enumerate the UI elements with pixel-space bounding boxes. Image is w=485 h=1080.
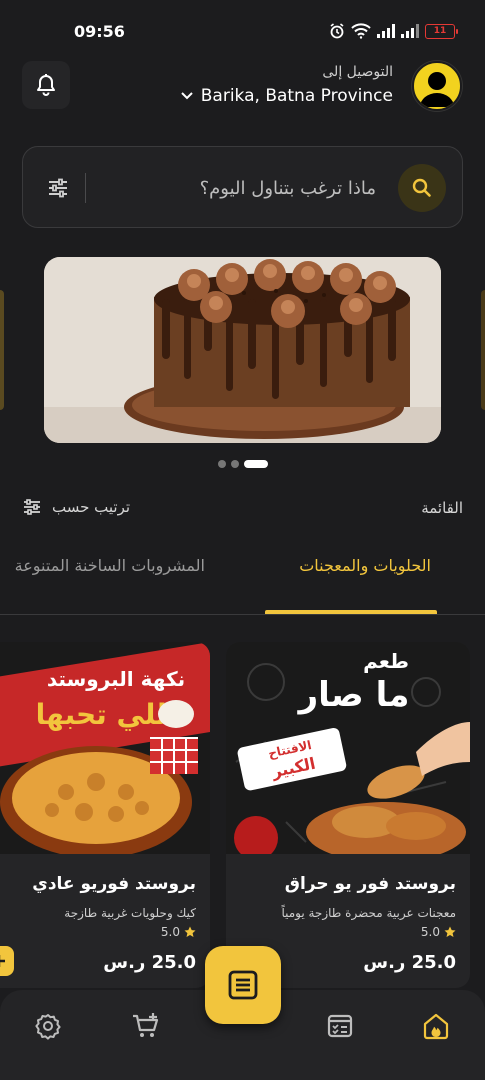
nav-orders[interactable]	[324, 1010, 356, 1042]
app-screen: 09:56 11 التوصيل إلى Barika, Batna Provi…	[0, 0, 485, 1080]
location-row[interactable]: Barika, Batna Province	[181, 86, 393, 106]
fried-chicken-image: طعم ما صار الافتتاح الكبير	[226, 642, 470, 854]
wifi-icon	[351, 23, 371, 39]
menu-fab-button[interactable]	[205, 946, 281, 1024]
star-icon	[444, 926, 456, 937]
banner-prev-peek[interactable]	[0, 290, 4, 410]
tab-desserts[interactable]: الحلويات والمعجنات	[299, 556, 431, 575]
banner-text-1: نكهة البروستد	[47, 667, 185, 691]
fried-chicken-image: نكهة البروستد اللي تحبها	[0, 642, 210, 854]
chevron-down-icon	[181, 92, 193, 100]
signal-icon-2	[401, 24, 419, 38]
category-tabs: الحلويات والمعجنات المشروبات الساخنة الم…	[0, 556, 485, 614]
cake-image	[44, 257, 441, 443]
nav-settings[interactable]	[32, 1010, 64, 1042]
filter-button[interactable]	[45, 175, 71, 201]
product-description: معجنات عربية محضرة طازجة يومياً	[281, 906, 456, 920]
product-image: نكهة البروستد اللي تحبها	[0, 642, 210, 854]
product-rating: 5.0	[421, 925, 456, 939]
promo-banner[interactable]	[44, 257, 441, 443]
menu-icon	[228, 970, 258, 1000]
notifications-button[interactable]	[22, 61, 70, 109]
plus-icon	[0, 955, 5, 967]
status-icons: 11	[329, 23, 458, 39]
avatar[interactable]	[412, 61, 462, 111]
rating-value: 5.0	[420, 925, 440, 939]
battery-icon: 11	[425, 23, 458, 39]
carousel-dot[interactable]	[230, 460, 239, 468]
banner-next-peek[interactable]	[481, 290, 485, 410]
home-icon	[423, 1013, 449, 1040]
delivery-location[interactable]: التوصيل إلى Barika, Batna Province	[181, 64, 393, 106]
carousel-dots	[0, 460, 485, 468]
battery-level: 11	[433, 26, 447, 36]
product-name: بروستد فوريو عادي	[32, 874, 196, 894]
banner-text-2: اللي تحبها	[36, 698, 177, 731]
search-button[interactable]	[398, 164, 446, 212]
search-bar	[22, 146, 463, 228]
product-name: بروستد فور يو حراق	[284, 874, 456, 894]
status-time: 09:56	[74, 22, 125, 41]
menu-title: القائمة	[421, 499, 463, 517]
product-price: 25.0 ر.س	[363, 952, 456, 973]
rating-value: 5.0	[160, 925, 180, 939]
product-price: 25.0 ر.س	[103, 952, 196, 973]
carousel-dot[interactable]	[217, 460, 226, 468]
sort-icon	[24, 499, 40, 515]
tabs-divider	[0, 614, 485, 615]
cart-icon	[133, 1013, 159, 1037]
search-divider	[85, 173, 86, 203]
banner-text-2: ما صار	[297, 675, 410, 715]
product-image: طعم ما صار الافتتاح الكبير	[226, 642, 470, 854]
signal-icon	[377, 24, 395, 38]
sort-label: ترتيب حسب	[52, 498, 131, 516]
alarm-icon	[330, 23, 344, 39]
tab-hot-drinks[interactable]: المشروبات الساخنة المتنوعة	[15, 556, 205, 575]
product-rating: 5.0	[161, 925, 196, 939]
product-description: كيك وحلويات غربية طازجة	[64, 906, 196, 920]
delivery-label: التوصيل إلى	[322, 64, 393, 80]
search-icon	[412, 178, 431, 197]
banner-text-1: طعم	[363, 649, 409, 673]
product-card[interactable]: نكهة البروستد اللي تحبها بروستد فوريو عا…	[0, 642, 210, 988]
location-value: Barika, Batna Province	[200, 86, 393, 106]
nav-home[interactable]	[420, 1010, 452, 1042]
status-bar: 09:56 11	[0, 0, 485, 60]
orders-icon	[327, 1014, 353, 1038]
filter-icon	[49, 178, 67, 198]
carousel-dot-active[interactable]	[243, 460, 268, 468]
user-icon	[420, 72, 454, 107]
sort-button[interactable]: ترتيب حسب	[22, 498, 130, 516]
product-card[interactable]: طعم ما صار الافتتاح الكبير بروستد فور يو…	[226, 642, 470, 988]
nav-cart[interactable]	[130, 1010, 162, 1042]
star-icon	[184, 926, 196, 937]
add-to-cart-button[interactable]	[0, 946, 14, 976]
settings-icon	[35, 1014, 61, 1040]
bell-icon	[37, 74, 55, 96]
search-input[interactable]	[96, 173, 376, 203]
